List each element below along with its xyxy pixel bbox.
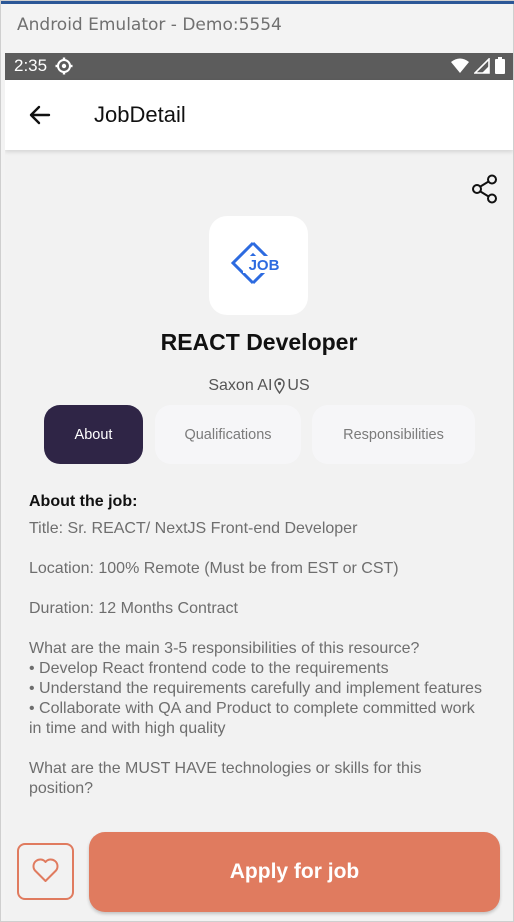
back-button[interactable] xyxy=(27,102,53,128)
emulator-window: Android Emulator - Demo:5554 2:35 JobDet… xyxy=(0,0,514,922)
wifi-icon xyxy=(451,58,469,73)
favorite-button[interactable] xyxy=(17,843,74,900)
arrow-left-icon xyxy=(29,105,51,125)
battery-icon xyxy=(495,57,505,74)
device-screen: 2:35 JobDetail JOB REACT Developer Saxon… xyxy=(5,53,513,921)
share-button[interactable] xyxy=(471,174,499,204)
about-paragraph: What are the main 3-5 responsibilities o… xyxy=(29,640,482,737)
page-title: JobDetail xyxy=(94,102,186,127)
logo-text: JOB xyxy=(249,257,280,274)
tab-qualifications[interactable]: Qualifications xyxy=(155,405,301,464)
status-time: 2:35 xyxy=(14,56,48,75)
window-title: Android Emulator - Demo:5554 xyxy=(17,15,282,35)
signal-icon xyxy=(474,57,490,74)
settings-gear-icon xyxy=(55,57,73,80)
heart-icon xyxy=(32,858,59,882)
about-paragraph: What are the MUST HAVE technologies or s… xyxy=(29,760,422,797)
share-icon xyxy=(472,174,497,204)
about-paragraph: Duration: 12 Months Contract xyxy=(29,600,238,617)
window-accent-line xyxy=(1,1,514,4)
job-location: US xyxy=(287,377,310,394)
status-bar: 2:35 xyxy=(5,53,513,80)
tab-responsibilities[interactable]: Responsibilities xyxy=(312,405,475,464)
about-section: About the job: Title: Sr. REACT/ NextJS … xyxy=(29,493,489,819)
apply-button[interactable]: Apply for job xyxy=(89,832,500,912)
company-location: Saxon AI US xyxy=(5,377,513,395)
about-heading: About the job: xyxy=(29,493,138,510)
about-paragraph: Location: 100% Remote (Must be from EST … xyxy=(29,560,399,577)
status-icons xyxy=(451,57,505,74)
app-bar: JobDetail xyxy=(5,80,513,150)
tab-about[interactable]: About xyxy=(44,405,143,464)
company-name: Saxon AI xyxy=(208,377,273,394)
location-pin-icon xyxy=(274,378,286,394)
about-paragraph: Title: Sr. REACT/ NextJS Front-end Devel… xyxy=(29,520,358,537)
bottom-action-bar: Apply for job xyxy=(5,829,513,921)
company-logo: JOB xyxy=(209,216,308,315)
job-title: REACT Developer xyxy=(160,329,358,355)
